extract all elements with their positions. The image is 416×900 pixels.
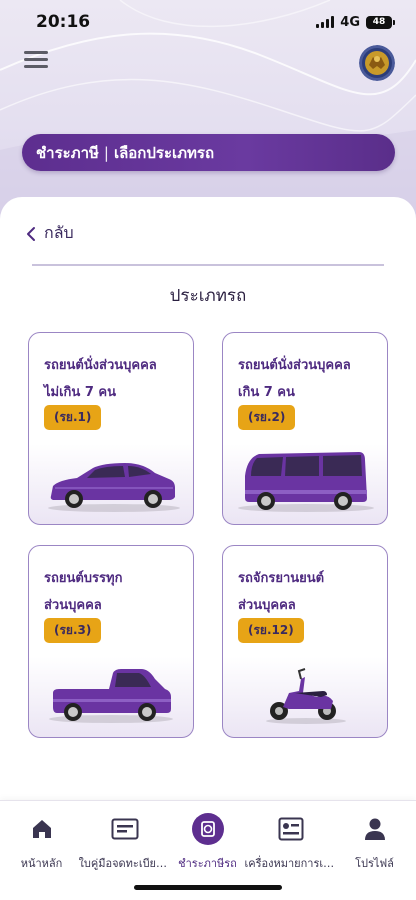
divider [32,264,384,266]
back-button[interactable]: กลับ [26,221,74,246]
chevron-left-icon [27,226,35,241]
section-title: ประเภทรถ [169,286,247,306]
tab-label: ชำระภาษีรถ [178,857,237,870]
tab-registration-book[interactable]: ใบคู่มือจดทะเบียนรถ [79,813,171,872]
tab-label: ใบคู่มือจดทะเบียนรถ [78,857,171,870]
vehicle-type-card-motorcycle[interactable]: รถจักรยานยนต์ ส่วนบุคคล (รย.12) [222,545,388,738]
profile-icon [364,813,386,845]
card-subtitle: ส่วนบุคคล [44,598,102,613]
tab-profile[interactable]: โปรไฟล์ [333,813,416,872]
vehicle-code-badge: (รย.2) [238,405,296,430]
vehicle-code-badge: (รย.1) [44,405,102,430]
motorcycle-icon [266,668,346,724]
signal-icon [316,16,335,28]
card-title: รถยนต์บรรทุก [44,571,123,586]
vehicle-type-card-van[interactable]: รถยนต์นั่งส่วนบุคคล เกิน 7 คน (รย.2) [222,332,388,525]
battery-icon: 48 [366,15,395,29]
card-subtitle: เกิน 7 คน [238,385,295,400]
network-type: 4G [340,14,360,30]
status-bar: 20:16 4G 48 [0,0,416,44]
card-title: รถยนต์นั่งส่วนบุคคล [238,358,351,373]
van-icon [238,452,374,512]
card-title: รถจักรยานยนต์ [238,571,325,586]
status-indicators: 4G 48 [316,14,395,30]
tab-label: เครื่องหมายการเสียภาษี [244,857,337,870]
battery-level: 48 [372,17,386,27]
sedan-car-icon [48,463,180,512]
status-time: 20:16 [36,12,91,32]
home-icon [30,813,54,845]
vehicle-code-badge: (รย.12) [238,618,304,643]
tab-tax-sticker[interactable]: เครื่องหมายการเสียภาษี [245,813,337,872]
garuda-emblem-icon[interactable] [359,45,395,81]
tax-payment-icon [191,813,224,845]
vehicle-type-card-pickup[interactable]: รถยนต์บรรทุก ส่วนบุคคล (รย.3) [28,545,194,738]
card-subtitle: ไม่เกิน 7 คน [44,385,116,400]
vehicle-code-badge: (รย.3) [44,618,102,643]
page-title-section: ชำระภาษี [36,143,99,162]
tax-sticker-icon [278,813,304,845]
tab-label: โปรไฟล์ [355,857,394,870]
pickup-truck-icon [49,669,173,723]
card-title: รถยนต์นั่งส่วนบุคคล [44,358,157,373]
tab-home[interactable]: หน้าหลัก [0,813,83,872]
tab-label: หน้าหลัก [20,857,63,870]
card-subtitle: ส่วนบุคคล [238,598,296,613]
tab-tax-payment[interactable]: ชำระภาษีรถ [166,813,249,872]
registration-book-icon [111,813,139,845]
home-indicator [134,885,282,890]
hamburger-menu-icon[interactable] [24,51,48,69]
title-separator: | [103,143,109,162]
page-title: เลือกประเภทรถ [113,143,215,162]
vehicle-type-card-sedan[interactable]: รถยนต์นั่งส่วนบุคคล ไม่เกิน 7 คน (รย.1) [28,332,194,525]
back-label: กลับ [44,223,74,242]
page-title-bar: ชำระภาษี | เลือกประเภทรถ [22,134,395,171]
